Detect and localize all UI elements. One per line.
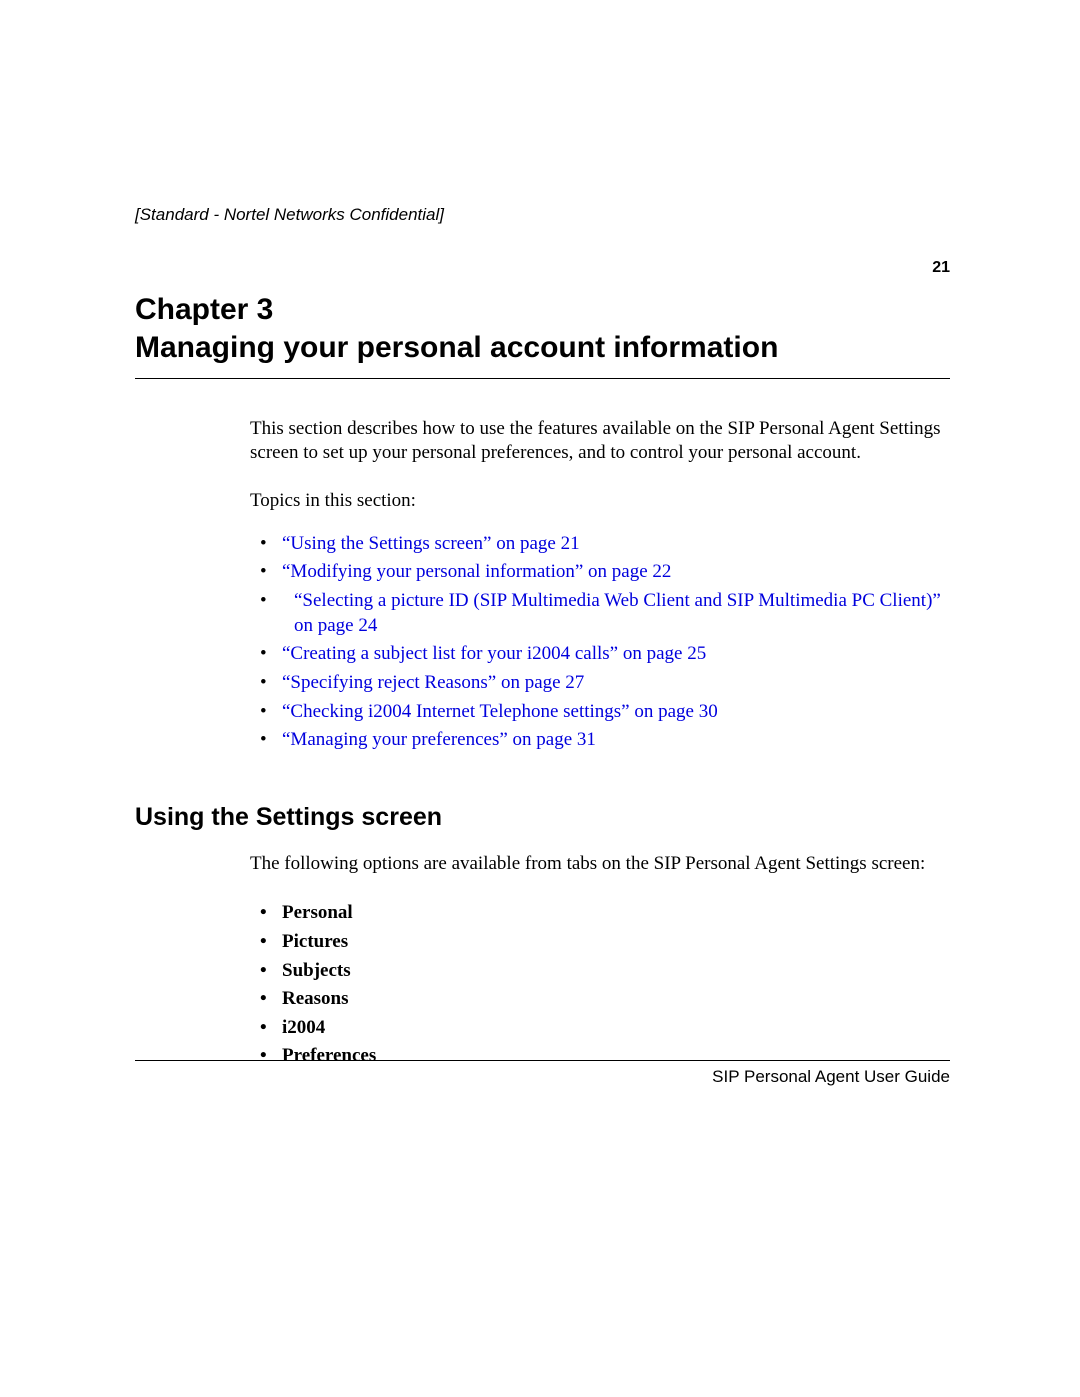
- topic-link-item: “Managing your preferences” on page 31: [250, 728, 950, 753]
- topic-link-item: “Selecting a picture ID (SIP Multimedia …: [250, 589, 950, 638]
- footer-guide-title: SIP Personal Agent User Guide: [135, 1067, 950, 1087]
- chapter-heading: Chapter 3 Managing your personal account…: [135, 291, 950, 379]
- topic-link-item: “Creating a subject list for your i2004 …: [250, 642, 950, 667]
- topic-link-item: “Specifying reject Reasons” on page 27: [250, 671, 950, 696]
- topic-link-item: “Using the Settings screen” on page 21: [250, 532, 950, 557]
- topic-link[interactable]: “Managing your preferences” on page 31: [282, 729, 596, 750]
- section-body: The following options are available from…: [250, 852, 950, 1070]
- topic-link[interactable]: “Checking i2004 Internet Telephone setti…: [282, 701, 718, 722]
- topics-list: “Using the Settings screen” on page 21 “…: [250, 532, 950, 754]
- section-heading: Using the Settings screen: [135, 803, 950, 832]
- option-item: Subjects: [250, 958, 950, 985]
- document-page: [Standard - Nortel Networks Confidential…: [0, 0, 1080, 1397]
- topic-link[interactable]: “Modifying your personal information” on…: [282, 561, 671, 582]
- topic-link-item: “Modifying your personal information” on…: [250, 560, 950, 585]
- page-footer: SIP Personal Agent User Guide: [135, 1060, 950, 1087]
- chapter-number: Chapter 3: [135, 291, 950, 329]
- option-item: Reasons: [250, 986, 950, 1013]
- options-list: Personal Pictures Subjects Reasons i2004…: [250, 900, 950, 1070]
- option-item: i2004: [250, 1015, 950, 1042]
- page-number: 21: [135, 259, 950, 277]
- intro-paragraph: This section describes how to use the fe…: [250, 417, 950, 466]
- option-item: Personal: [250, 900, 950, 927]
- section-intro: The following options are available from…: [250, 852, 950, 876]
- topic-link[interactable]: “Selecting a picture ID (SIP Multimedia …: [294, 590, 941, 636]
- body-block: This section describes how to use the fe…: [250, 417, 950, 753]
- topic-link[interactable]: “Specifying reject Reasons” on page 27: [282, 672, 584, 693]
- header-confidential: [Standard - Nortel Networks Confidential…: [135, 205, 950, 225]
- chapter-title: Managing your personal account informati…: [135, 329, 950, 367]
- topic-link-item: “Checking i2004 Internet Telephone setti…: [250, 700, 950, 725]
- topic-link[interactable]: “Creating a subject list for your i2004 …: [282, 643, 706, 664]
- footer-rule: [135, 1060, 950, 1061]
- option-item: Pictures: [250, 929, 950, 956]
- topic-link[interactable]: “Using the Settings screen” on page 21: [282, 533, 580, 554]
- topics-label: Topics in this section:: [250, 490, 950, 512]
